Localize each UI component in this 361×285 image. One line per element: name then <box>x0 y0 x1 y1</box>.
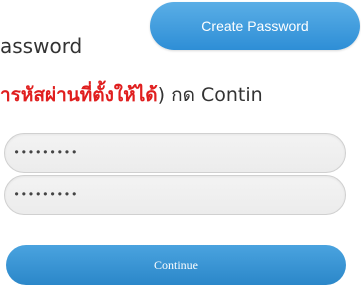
instruction-line-1: assword <box>0 34 83 58</box>
instruction-highlight: ำรหัสผ่านที่ตั้งให้ได้ <box>0 84 158 106</box>
confirm-password-field[interactable]: ••••••••• <box>4 175 346 215</box>
instruction-suffix: ) กด Contin <box>157 84 263 106</box>
password-field[interactable]: ••••••••• <box>4 133 346 173</box>
create-password-button[interactable]: Create Password <box>150 2 360 50</box>
continue-button[interactable]: Continue <box>6 245 346 285</box>
instruction-line-2: ำรหัสผ่านที่ตั้งให้ได้) กด Contin <box>0 80 263 110</box>
